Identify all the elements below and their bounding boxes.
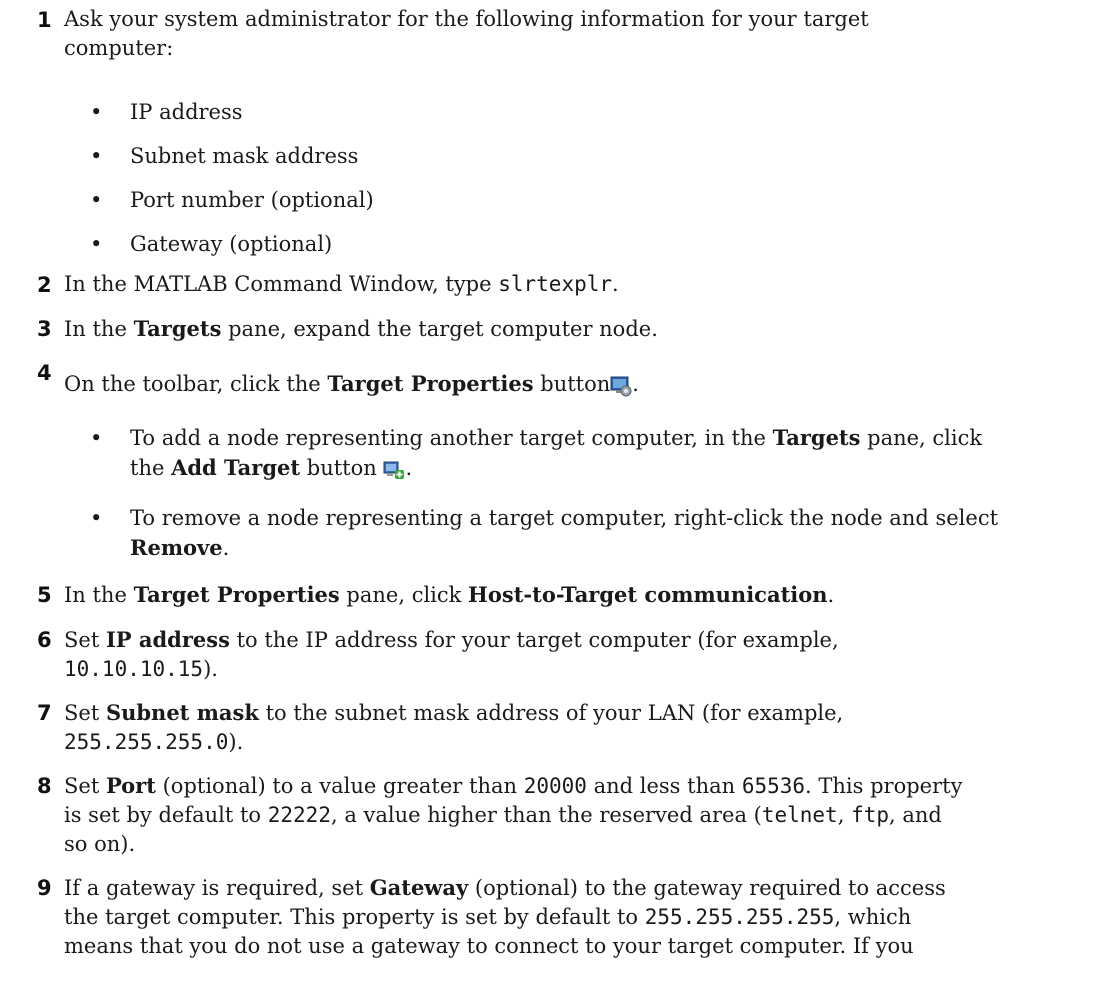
add-target-icon bbox=[383, 459, 405, 489]
step-text: In the Target Properties pane, click Hos… bbox=[64, 582, 835, 607]
step-text: In the MATLAB Command Window, type slrte… bbox=[64, 272, 619, 296]
step-number: 7 bbox=[37, 701, 52, 725]
step-number: 9 bbox=[37, 876, 52, 900]
step-text: Set Subnet mask to the subnet mask addre… bbox=[64, 700, 844, 754]
step-number: 2 bbox=[37, 273, 52, 297]
step-number: 1 bbox=[37, 8, 52, 32]
step-text: Ask your system administrator for the fo… bbox=[64, 7, 869, 60]
step-text: Set Port (optional) to a value greater t… bbox=[64, 773, 963, 856]
step-number: 5 bbox=[37, 583, 52, 607]
step-text: Set IP address to the IP address for you… bbox=[64, 627, 839, 681]
step-number: 6 bbox=[37, 628, 52, 652]
step-number: 8 bbox=[37, 774, 52, 798]
step-text: In the Targets pane, expand the target c… bbox=[64, 316, 658, 341]
step-text: On the toolbar, click the Target Propert… bbox=[64, 369, 1094, 405]
step-number: 3 bbox=[37, 317, 52, 341]
step-number: 4 bbox=[37, 361, 52, 385]
target-properties-icon bbox=[610, 375, 632, 405]
step-text: If a gateway is required, set Gateway (o… bbox=[64, 875, 946, 958]
command-code: slrtexplr bbox=[498, 272, 613, 296]
